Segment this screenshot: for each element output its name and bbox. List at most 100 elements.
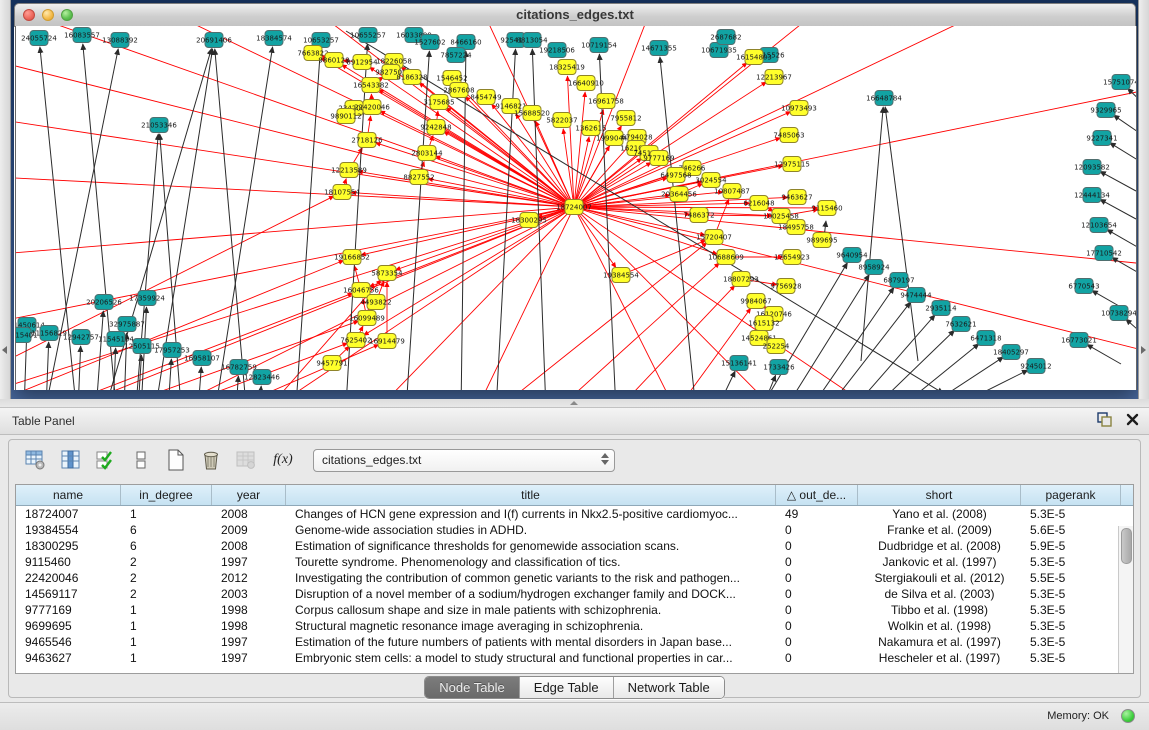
close-panel-button[interactable] bbox=[1126, 413, 1139, 426]
graph-node[interactable]: 16083557 bbox=[64, 28, 100, 43]
table-row[interactable]: 946554611997Estimation of the future num… bbox=[16, 634, 1133, 650]
table-cell[interactable]: Tourette syndrome. Phenomenology and cla… bbox=[286, 554, 776, 570]
delete-table-button[interactable] bbox=[198, 447, 224, 473]
graph-node[interactable]: 16640910 bbox=[568, 76, 604, 91]
table-cell[interactable]: 2009 bbox=[212, 522, 286, 538]
table-cell[interactable]: 2 bbox=[121, 570, 212, 586]
graph-node[interactable]: 1362615 bbox=[575, 121, 606, 136]
table-cell[interactable]: Estimation of significance thresholds fo… bbox=[286, 538, 776, 554]
table-cell[interactable]: 1997 bbox=[212, 554, 286, 570]
table-cell[interactable]: 0 bbox=[776, 522, 858, 538]
table-cell[interactable]: 19384554 bbox=[16, 522, 121, 538]
graph-node[interactable]: 20691406 bbox=[196, 33, 232, 48]
graph-node[interactable]: 32975887 bbox=[109, 317, 145, 332]
deselect-rows-button[interactable] bbox=[128, 447, 154, 473]
table-cell[interactable]: 5.3E-5 bbox=[1021, 506, 1121, 522]
table-cell[interactable]: 2 bbox=[121, 586, 212, 602]
table-cell[interactable]: 9463627 bbox=[16, 650, 121, 666]
table-cell[interactable]: 6 bbox=[121, 538, 212, 554]
memory-status-indicator[interactable] bbox=[1121, 709, 1135, 723]
column-header-6[interactable]: pagerank bbox=[1021, 485, 1121, 505]
graph-node[interactable]: 20206526 bbox=[86, 295, 122, 310]
graph-node[interactable]: 18325419 bbox=[549, 60, 585, 75]
graph-node[interactable]: 6216048 bbox=[743, 196, 774, 211]
table-cell[interactable]: 0 bbox=[776, 538, 858, 554]
column-header-2[interactable]: year bbox=[212, 485, 286, 505]
new-table-button[interactable] bbox=[163, 447, 189, 473]
table-cell[interactable]: 2 bbox=[121, 554, 212, 570]
table-cell[interactable]: 0 bbox=[776, 554, 858, 570]
graph-node[interactable]: 10738294 bbox=[1101, 306, 1136, 321]
table-row[interactable]: 1830029562008Estimation of significance … bbox=[16, 538, 1133, 554]
table-cell[interactable]: 2008 bbox=[212, 506, 286, 522]
graph-node[interactable]: 19218506 bbox=[539, 43, 575, 58]
table-cell[interactable]: 5.6E-5 bbox=[1021, 522, 1121, 538]
right-panel-collapse-strip[interactable] bbox=[1138, 0, 1149, 399]
table-row[interactable]: 1456911722003Disruption of a novel membe… bbox=[16, 586, 1133, 602]
graph-node[interactable]: 1733426 bbox=[763, 360, 795, 375]
table-cell[interactable]: 0 bbox=[776, 570, 858, 586]
table-cell[interactable]: 9115460 bbox=[16, 554, 121, 570]
table-cell[interactable]: 1 bbox=[121, 618, 212, 634]
table-row[interactable]: 1872400712008Changes of HCN gene express… bbox=[16, 506, 1133, 522]
table-cell[interactable]: Structural magnetic resonance image aver… bbox=[286, 618, 776, 634]
table-cell[interactable]: Yano et al. (2008) bbox=[858, 506, 1021, 522]
table-cell[interactable]: Stergiakouli et al. (2012) bbox=[858, 570, 1021, 586]
scrollbar-thumb[interactable] bbox=[1121, 528, 1132, 564]
column-header-4[interactable]: △ out_de... bbox=[776, 485, 858, 505]
graph-node[interactable]: 10719154 bbox=[581, 38, 617, 53]
table-cell[interactable]: Hescheler et al. (1997) bbox=[858, 650, 1021, 666]
table-cell[interactable]: 0 bbox=[776, 618, 858, 634]
select-column-button[interactable] bbox=[58, 447, 84, 473]
graph-node[interactable]: 2935114 bbox=[925, 301, 957, 316]
import-table-button-disabled[interactable] bbox=[233, 447, 259, 473]
graph-node[interactable]: 21053346 bbox=[141, 118, 177, 133]
graph-node[interactable]: 24055724 bbox=[21, 31, 57, 46]
table-cell[interactable]: Nakamura et al. (1997) bbox=[858, 634, 1021, 650]
tab-network-table[interactable]: Network Table bbox=[614, 677, 724, 698]
table-row[interactable]: 1938455462009Genome-wide association stu… bbox=[16, 522, 1133, 538]
table-cell[interactable]: 1998 bbox=[212, 602, 286, 618]
table-cell[interactable]: 2012 bbox=[212, 570, 286, 586]
graph-node[interactable]: 9329965 bbox=[1090, 103, 1121, 118]
column-header-1[interactable]: in_degree bbox=[121, 485, 212, 505]
column-header-3[interactable]: title bbox=[286, 485, 776, 505]
table-cell[interactable]: 6 bbox=[121, 522, 212, 538]
table-cell[interactable]: 5.3E-5 bbox=[1021, 650, 1121, 666]
table-vertical-scrollbar[interactable] bbox=[1118, 526, 1133, 673]
table-cell[interactable]: Disruption of a novel member of a sodium… bbox=[286, 586, 776, 602]
table-cell[interactable]: Tibbo et al. (1998) bbox=[858, 602, 1021, 618]
graph-node[interactable]: 12823446 bbox=[244, 370, 280, 385]
graph-node[interactable]: 17359924 bbox=[129, 291, 165, 306]
table-cell[interactable]: Embryonic stem cells: a model to study s… bbox=[286, 650, 776, 666]
graph-node[interactable]: 18405297 bbox=[993, 345, 1029, 360]
graph-node[interactable]: 12213589 bbox=[331, 163, 367, 178]
table-cell[interactable]: Jankovic et al. (1997) bbox=[858, 554, 1021, 570]
table-cell[interactable]: 5.3E-5 bbox=[1021, 602, 1121, 618]
collapse-right-icon[interactable] bbox=[1141, 346, 1146, 354]
table-cell[interactable]: Changes of HCN gene expression and I(f) … bbox=[286, 506, 776, 522]
graph-node[interactable]: 16782759 bbox=[221, 360, 257, 375]
graph-node[interactable]: 6770543 bbox=[1068, 279, 1099, 294]
table-cell[interactable]: 0 bbox=[776, 634, 858, 650]
graph-node[interactable]: 12103654 bbox=[1081, 218, 1117, 233]
table-row[interactable]: 977716911998Corpus callosum shape and si… bbox=[16, 602, 1133, 618]
table-cell[interactable]: 18300295 bbox=[16, 538, 121, 554]
graph-node[interactable]: 18384574 bbox=[256, 31, 292, 46]
select-all-rows-button[interactable] bbox=[93, 447, 119, 473]
graph-node[interactable]: 7632621 bbox=[945, 317, 976, 332]
graph-node[interactable]: 9457791 bbox=[316, 356, 347, 371]
graph-node[interactable]: 9115460 bbox=[811, 201, 842, 216]
graph-node[interactable]: 9640954 bbox=[836, 248, 868, 263]
table-source-select[interactable]: citations_edges.txt bbox=[313, 449, 615, 472]
graph-node[interactable]: 15751074 bbox=[1103, 75, 1136, 90]
graph-node[interactable]: 252254 bbox=[763, 339, 790, 354]
network-graph[interactable]: 2405572416083557130883922105334620691406… bbox=[16, 26, 1136, 390]
graph-node[interactable]: 10688609 bbox=[708, 250, 744, 265]
table-cell[interactable]: 2003 bbox=[212, 586, 286, 602]
graph-node[interactable]: 12093582 bbox=[1074, 160, 1110, 175]
column-settings-button[interactable] bbox=[23, 447, 49, 473]
graph-node[interactable]: 16099489 bbox=[349, 311, 385, 326]
table-cell[interactable]: Investigating the contribution of common… bbox=[286, 570, 776, 586]
table-cell[interactable]: 1997 bbox=[212, 634, 286, 650]
